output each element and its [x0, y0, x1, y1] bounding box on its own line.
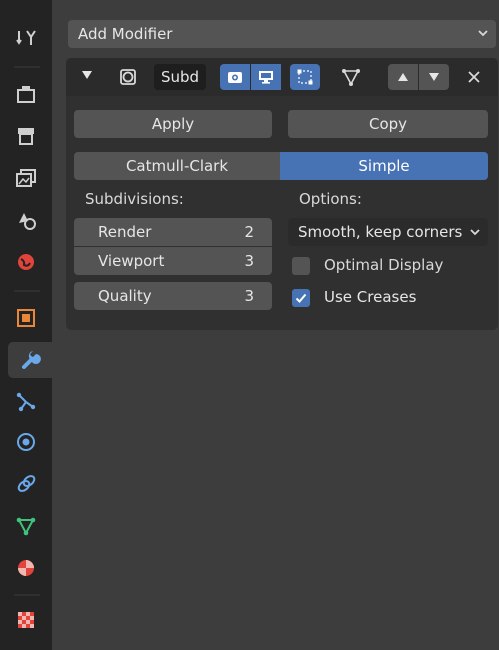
tab-modifiers[interactable]	[8, 342, 52, 378]
add-modifier-dropdown[interactable]: Add Modifier	[68, 20, 496, 48]
tab-material[interactable]	[8, 550, 44, 586]
tab-view-layer[interactable]	[8, 160, 44, 196]
render-levels-value: 2	[244, 223, 254, 241]
tab-particles[interactable]	[8, 384, 44, 420]
tab-tool[interactable]	[8, 20, 44, 56]
vertex-triangle-icon	[342, 69, 360, 86]
scene-icon	[19, 213, 36, 230]
quality-value: 3	[244, 287, 254, 305]
on-cage-button[interactable]	[336, 64, 366, 90]
uv-smooth-dropdown[interactable]: Smooth, keep corners	[288, 218, 488, 246]
tab-texture[interactable]	[8, 602, 44, 638]
tab-constraints[interactable]	[8, 466, 44, 502]
tab-scene[interactable]	[8, 202, 44, 238]
tab-output[interactable]	[8, 118, 44, 154]
options-heading: Options:	[299, 190, 362, 208]
render-icon	[17, 86, 35, 103]
particles-icon	[16, 392, 36, 412]
constraints-icon	[17, 475, 36, 492]
modifier-name-field[interactable]: Subd	[154, 64, 206, 90]
tab-divider	[14, 66, 40, 68]
move-down-button[interactable]	[419, 64, 449, 90]
collapse-triangle-icon[interactable]	[82, 71, 92, 79]
tab-divider	[14, 290, 40, 292]
uv-smooth-value: Smooth, keep corners	[298, 223, 463, 241]
optimal-display-checkbox[interactable]	[292, 257, 310, 275]
arrow-up-icon	[398, 73, 408, 81]
physics-icon	[17, 433, 35, 451]
properties-editor: Add Modifier Subd Apply Copy Catmull-Cla…	[0, 0, 499, 650]
show-in-render-button[interactable]	[220, 64, 250, 90]
tab-object[interactable]	[8, 300, 44, 336]
properties-tab-bar	[0, 0, 52, 650]
checkmark-icon	[295, 293, 307, 303]
tab-render[interactable]	[8, 76, 44, 112]
modifier-wrench-icon	[22, 351, 41, 369]
subdivision-surface-icon	[120, 69, 136, 85]
world-icon	[18, 254, 34, 270]
render-levels-label: Render	[98, 223, 152, 241]
subdivisions-heading: Subdivisions:	[85, 190, 184, 208]
modifier-panel: Add Modifier Subd Apply Copy Catmull-Cla…	[52, 0, 499, 650]
camera-icon	[228, 72, 242, 83]
tab-world[interactable]	[8, 244, 44, 280]
viewport-levels-label: Viewport	[98, 252, 165, 270]
tool-icon	[16, 30, 36, 45]
use-creases-label[interactable]: Use Creases	[324, 288, 416, 306]
render-levels-field[interactable]: Render 2	[74, 218, 272, 246]
viewport-levels-value: 3	[244, 252, 254, 270]
texture-icon	[18, 612, 34, 628]
subdivision-modifier-box: Subd Apply Copy Catmull-Clark Simple Sub…	[66, 58, 498, 330]
object-data-icon	[16, 517, 36, 536]
add-modifier-label: Add Modifier	[78, 25, 173, 43]
quality-field[interactable]: Quality 3	[74, 282, 272, 310]
modifier-header: Subd	[66, 58, 498, 96]
algorithm-simple[interactable]: Simple	[280, 152, 488, 180]
tab-physics[interactable]	[8, 424, 44, 460]
tab-divider	[14, 594, 40, 596]
show-in-edit-mode-button[interactable]	[290, 64, 320, 90]
move-up-button[interactable]	[388, 64, 418, 90]
edit-mode-icon	[297, 69, 313, 85]
quality-label: Quality	[98, 287, 152, 305]
material-icon	[18, 560, 34, 576]
arrow-down-icon	[429, 73, 439, 81]
viewport-levels-field[interactable]: Viewport 3	[74, 247, 272, 275]
chevron-down-icon	[470, 229, 480, 236]
view-layer-icon	[16, 169, 36, 187]
show-in-viewport-button[interactable]	[251, 64, 281, 90]
algorithm-catmull-clark[interactable]: Catmull-Clark	[74, 152, 280, 180]
tab-object-data[interactable]	[8, 508, 44, 544]
output-icon	[18, 128, 34, 145]
chevron-down-icon	[478, 30, 488, 37]
apply-button[interactable]: Apply	[74, 110, 272, 138]
object-icon	[17, 309, 35, 327]
use-creases-checkbox[interactable]	[292, 289, 310, 307]
copy-button[interactable]: Copy	[288, 110, 488, 138]
optimal-display-label[interactable]: Optimal Display	[324, 256, 443, 274]
monitor-icon	[259, 71, 273, 84]
close-icon[interactable]	[464, 67, 484, 87]
